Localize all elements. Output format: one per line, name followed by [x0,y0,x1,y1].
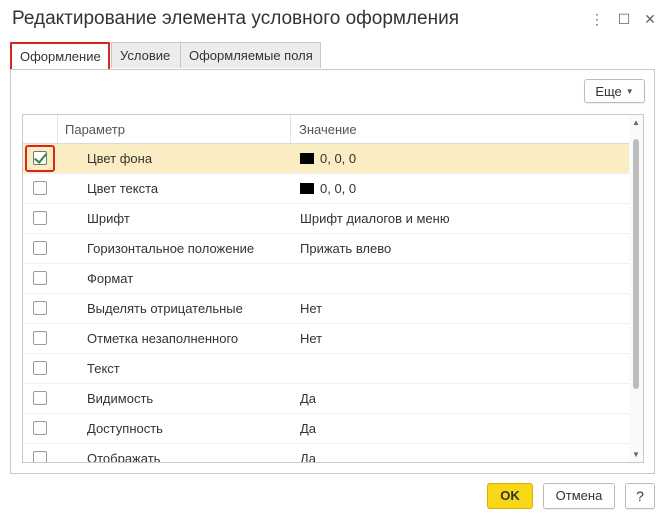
row-value: Да [300,391,317,406]
color-swatch [300,153,314,164]
row-value-cell[interactable]: Да [300,391,316,406]
row-value-cell[interactable]: 0, 0, 0 [300,181,356,196]
table-row[interactable]: Отметка незаполненного Нет [23,324,643,354]
row-parameter: Шрифт [87,211,130,226]
table-body: Цвет фона 0, 0, 0 Цвет текста 0, 0, 0 Шрифт Ш… [23,144,643,463]
row-parameter: Цвет фона [87,151,153,166]
table-row[interactable]: Текст [23,354,643,384]
row-checkbox[interactable] [33,361,47,375]
table-row[interactable]: Цвет фона 0, 0, 0 [23,144,643,174]
row-value: Да [300,451,317,463]
table-row[interactable]: Цвет текста 0, 0, 0 [23,174,643,204]
row-parameter: Горизонтальное положение [87,241,255,256]
column-header-parameter[interactable]: Параметр [65,122,125,137]
tab-formatted-fields[interactable]: Оформляемые поля [180,42,321,68]
color-swatch [300,183,314,194]
scroll-down-icon[interactable]: ▼ [632,450,640,459]
row-parameter: Формат [87,271,134,286]
row-value: Нет [300,331,323,346]
more-button[interactable]: Еще ▼ [584,79,645,103]
scrollbar-thumb[interactable] [633,139,639,389]
row-checkbox[interactable] [33,391,47,405]
row-parameter: Выделять отрицательные [87,301,243,316]
row-value-cell[interactable]: Прижать влево [300,241,391,256]
row-checkbox[interactable] [33,151,47,165]
row-value-cell[interactable]: Нет [300,301,322,316]
row-value: Шрифт диалогов и меню [300,211,450,226]
row-value: Прижать влево [300,241,392,256]
tab-appearance[interactable]: Оформление [10,42,110,71]
maximize-icon[interactable]: ☐ [611,6,637,32]
more-button-label: Еще [595,83,622,99]
column-header-value[interactable]: Значение [299,122,357,137]
ok-button[interactable]: OK [487,483,533,509]
row-value: Да [300,421,317,436]
row-parameter: Видимость [87,391,154,406]
scroll-up-icon[interactable]: ▲ [632,118,640,127]
table-header: Параметр Значение [23,115,643,144]
row-parameter: Отображать [87,451,161,463]
row-checkbox[interactable] [33,451,47,462]
row-checkbox[interactable] [33,331,47,345]
table-row[interactable]: Видимость Да [23,384,643,414]
row-parameter: Цвет текста [87,181,159,196]
row-checkbox[interactable] [33,421,47,435]
dialog-title: Редактирование элемента условного оформл… [12,8,460,29]
table-row[interactable]: Формат [23,264,643,294]
row-checkbox[interactable] [33,271,47,285]
row-value: 0, 0, 0 [320,181,357,196]
row-value-cell[interactable]: 0, 0, 0 [300,151,356,166]
row-checkbox[interactable] [33,181,47,195]
row-value-cell[interactable]: Да [300,451,317,463]
row-value: Нет [300,301,323,316]
tab-condition[interactable]: Условие [111,42,181,68]
row-checkbox[interactable] [33,301,47,315]
vertical-scrollbar[interactable]: ▲ ▼ [629,115,643,462]
row-checkbox[interactable] [33,211,47,225]
table-row[interactable]: Шрифт Шрифт диалогов и меню [23,204,643,234]
row-parameter: Отметка незаполненного [87,331,239,346]
row-value-cell[interactable]: Шрифт диалогов и меню [300,211,450,226]
table-row[interactable]: Горизонтальное положение Прижать влево [23,234,643,264]
table-row[interactable]: Доступность Да [23,414,643,444]
help-button[interactable]: ? [625,483,655,509]
close-icon[interactable]: ✕ [637,6,663,32]
settings-table: Параметр Значение Цвет фона 0, 0, 0 Цвет т… [22,114,644,463]
more-vertical-icon[interactable]: ⋮ [584,6,610,32]
table-row[interactable]: Выделять отрицательные Нет [23,294,643,324]
row-checkbox[interactable] [33,241,47,255]
row-parameter: Текст [87,361,120,376]
chevron-down-icon: ▼ [625,86,634,96]
row-value: 0, 0, 0 [320,151,357,166]
row-value-cell[interactable]: Да [300,421,316,436]
table-row[interactable]: Отображать Да [23,444,643,463]
row-value-cell[interactable]: Нет [300,331,322,346]
cancel-button[interactable]: Отмена [543,483,615,509]
row-parameter: Доступность [87,421,163,436]
